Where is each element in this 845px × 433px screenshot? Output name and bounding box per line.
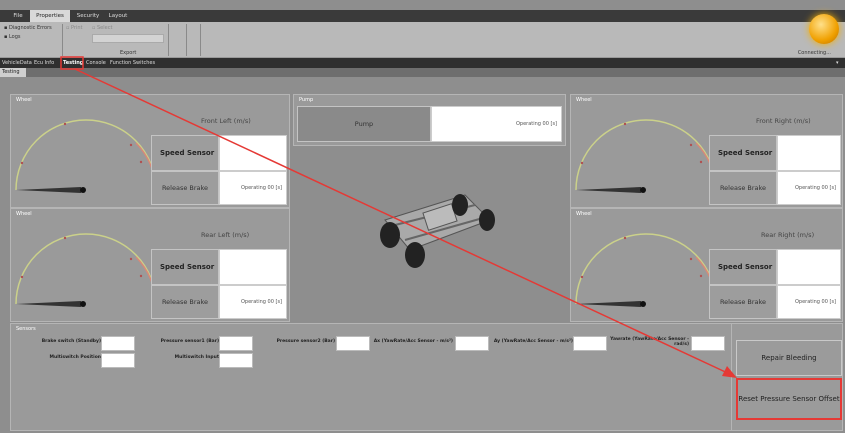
annotation-arrow	[60, 56, 737, 378]
